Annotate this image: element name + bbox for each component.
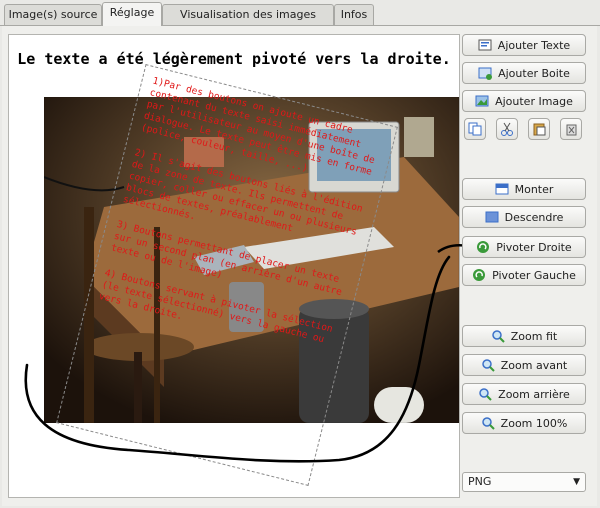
tab-image-source[interactable]: Image(s) source <box>4 4 102 25</box>
copy-icon <box>468 122 482 136</box>
paste-icon <box>532 122 546 136</box>
add-image-label: Ajouter Image <box>495 94 573 108</box>
canvas-title[interactable]: Le texte a été légèrement pivoté vers la… <box>9 50 459 68</box>
cut-button[interactable] <box>496 118 518 140</box>
zoom-icon <box>481 358 495 372</box>
chevron-down-icon: ▼ <box>573 477 580 487</box>
zoom-icon <box>491 329 505 343</box>
rotate-right-label: Pivoter Droite <box>496 240 572 254</box>
rotate-left-label: Pivoter Gauche <box>492 268 576 282</box>
add-text-button[interactable]: Ajouter Texte <box>462 34 586 56</box>
down-icon <box>485 210 499 224</box>
up-icon <box>495 182 509 196</box>
zoom-out-button[interactable]: Zoom arrière <box>462 383 586 405</box>
zoom-out-label: Zoom arrière <box>498 387 570 401</box>
add-box-label: Ajouter Boite <box>498 66 570 80</box>
zoom-in-label: Zoom avant <box>500 358 568 372</box>
rotate-right-button[interactable]: Pivoter Droite <box>462 236 586 258</box>
copy-button[interactable] <box>464 118 486 140</box>
tab-bar: Image(s) source Réglage Visualisation de… <box>0 0 600 41</box>
zoom-icon <box>481 416 495 430</box>
add-box-button[interactable]: Ajouter Boite <box>462 62 586 84</box>
add-text-label: Ajouter Texte <box>497 38 571 52</box>
image-icon <box>475 94 489 108</box>
format-value: PNG <box>468 475 492 488</box>
rotate-left-button[interactable]: Pivoter Gauche <box>462 264 586 286</box>
move-up-button[interactable]: Monter <box>462 178 586 200</box>
zoom-in-button[interactable]: Zoom avant <box>462 354 586 376</box>
box-icon <box>478 66 493 80</box>
zoom-fit-label: Zoom fit <box>510 329 558 343</box>
zoom-fit-button[interactable]: Zoom fit <box>462 325 586 347</box>
zoom-icon <box>478 387 492 401</box>
move-down-label: Descendre <box>504 210 564 224</box>
preview-canvas[interactable]: Le texte a été légèrement pivoté vers la… <box>8 34 460 498</box>
paste-button[interactable] <box>528 118 550 140</box>
move-up-label: Monter <box>514 182 554 196</box>
tab-visualisation[interactable]: Visualisation des images créées <box>162 4 334 41</box>
delete-icon <box>564 122 578 136</box>
tab-reglage[interactable]: Réglage <box>102 2 162 26</box>
zoom-100-label: Zoom 100% <box>500 416 568 430</box>
move-down-button[interactable]: Descendre <box>462 206 586 228</box>
tab-infos[interactable]: Infos <box>334 4 374 25</box>
rotate-right-icon <box>476 240 490 254</box>
add-image-button[interactable]: Ajouter Image <box>462 90 586 112</box>
rotate-left-icon <box>472 268 486 282</box>
format-select[interactable]: PNG ▼ <box>462 472 586 492</box>
cut-icon <box>500 122 514 136</box>
text-icon <box>478 38 492 52</box>
zoom-100-button[interactable]: Zoom 100% <box>462 412 586 434</box>
delete-button[interactable] <box>560 118 582 140</box>
